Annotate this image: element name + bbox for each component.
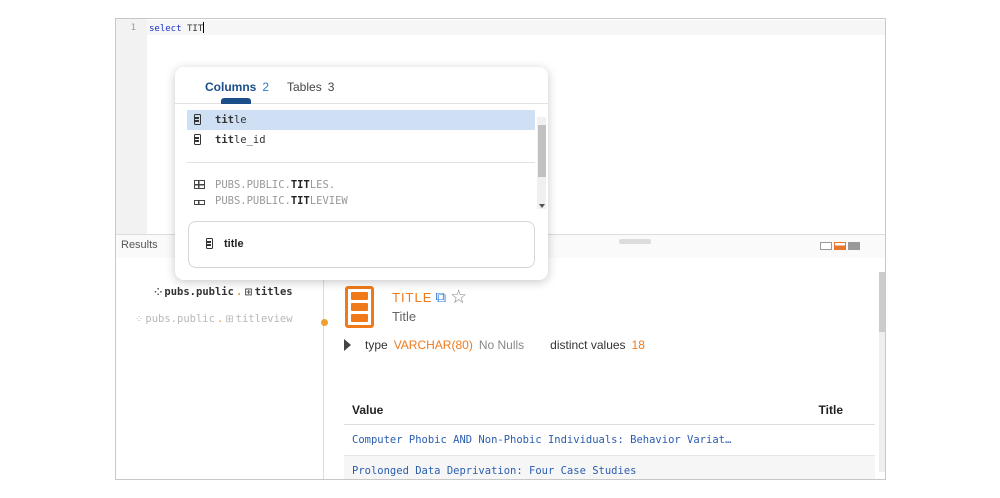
table-row[interactable]: Computer Phobic AND Non-Phobic Individua… (344, 425, 875, 456)
rest-text: LES. (309, 179, 336, 191)
tree-item-schema: pubs.public (164, 286, 234, 298)
table-icon (194, 200, 205, 205)
tab-count: 2 (262, 80, 270, 94)
tab-label: Columns (205, 80, 257, 94)
tree-item-titles[interactable]: ⁘ pubs.public. ⊞ titles (154, 286, 293, 298)
autocomplete-popup: Columns 2 Tables 3 tit le tit le_id PUBS.P… (175, 67, 548, 280)
preview-label: title (224, 238, 244, 250)
prefix-text: PUBS.PUBLIC. (215, 179, 291, 191)
suggestion-list: tit le tit le_id PUBS.PUBLIC. TIT LES. PUBS.… (187, 110, 535, 205)
layout-editor-icon[interactable] (820, 242, 832, 250)
column-icon (206, 238, 213, 249)
active-line-highlight (147, 20, 885, 35)
table-icon (194, 180, 205, 189)
tree-item-sep: . (216, 313, 224, 325)
match-text: TIT (290, 179, 310, 191)
schema-tree: ⁘ pubs.public. ⊞ titles ⁘ pubs.public. ⊞… (116, 258, 328, 479)
column-icon (194, 114, 201, 125)
column-subtitle: Title (392, 309, 417, 324)
type-value: VARCHAR(80) (393, 338, 473, 352)
column-large-icon (345, 286, 374, 328)
text-cursor (203, 22, 205, 33)
tree-item-table: titleview (235, 313, 293, 325)
star-icon[interactable]: ☆ (450, 288, 468, 307)
distinct-label: distinct values (550, 338, 626, 352)
rest-text: le_id (233, 134, 266, 146)
tab-count: 3 (327, 80, 335, 94)
table-header: Value Title (344, 395, 875, 425)
scroll-thumb[interactable] (879, 272, 885, 332)
header-title: Title (818, 403, 843, 417)
row-value: Computer Phobic AND Non-Phobic Individua… (352, 434, 732, 446)
suggestion-column-title-id[interactable]: tit le_id (187, 130, 535, 150)
popup-scrollbar[interactable] (537, 117, 546, 209)
resize-handle[interactable] (619, 239, 651, 244)
scroll-down-icon[interactable] (539, 204, 545, 208)
tree-item-schema: pubs.public (145, 313, 215, 325)
suggestion-column-title[interactable]: tit le (187, 110, 535, 130)
suggestion-table-titleview[interactable]: PUBS.PUBLIC. TIT LEVIEW (187, 195, 535, 205)
nulls-label: No Nulls (478, 338, 525, 352)
distinct-value: 18 (631, 338, 645, 352)
column-meta: type VARCHAR(80) No Nulls distinct value… (344, 338, 645, 352)
column-title-text: TITLE (392, 290, 433, 305)
popup-tabs: Columns 2 Tables 3 (175, 67, 548, 104)
column-title: TITLE ⧉ ☆ (392, 288, 468, 307)
rest-text: LEVIEW (309, 195, 348, 205)
active-tab-indicator (221, 98, 251, 104)
match-text: tit (215, 114, 234, 126)
type-label: type (365, 338, 388, 352)
keyword-select: select (149, 24, 182, 34)
layout-switcher (820, 242, 860, 250)
prefix-text: PUBS.PUBLIC. (215, 195, 291, 205)
tree-item-titleview[interactable]: ⁘ pubs.public. ⊞ titleview (135, 313, 293, 325)
code-line[interactable]: select TIT (149, 22, 205, 34)
schema-icon: ⁘ (154, 286, 163, 298)
layout-results-icon[interactable] (848, 242, 860, 250)
match-text: tit (215, 134, 234, 146)
editor-gutter: 1 (116, 19, 147, 234)
scroll-thumb[interactable] (538, 125, 546, 177)
typed-text: TIT (186, 24, 204, 34)
schema-icon: ⁘ (135, 313, 144, 325)
table-icon: ⊞ (225, 313, 234, 325)
table-row[interactable]: Prolonged Data Deprivation: Four Case St… (344, 456, 875, 479)
results-label: Results (121, 239, 158, 251)
table-icon: ⊞ (244, 286, 253, 298)
list-divider (187, 162, 535, 163)
column-detail-panel: TITLE ⧉ ☆ Title type VARCHAR(80) No Null… (326, 258, 885, 479)
values-table: Value Title Computer Phobic AND Non-Phob… (344, 395, 875, 479)
layout-split-icon[interactable] (834, 242, 846, 250)
match-text: TIT (290, 195, 310, 205)
suggestion-preview: title (188, 221, 535, 268)
tab-columns[interactable]: Columns 2 (205, 80, 269, 94)
row-value: Prolonged Data Deprivation: Four Case St… (352, 465, 637, 477)
tree-item-sep: . (235, 286, 243, 298)
tree-item-table: titles (254, 286, 293, 298)
line-number: 1 (130, 23, 136, 33)
suggestion-table-titles[interactable]: PUBS.PUBLIC. TIT LES. (187, 175, 535, 195)
column-icon (194, 134, 201, 145)
detail-scrollbar[interactable] (879, 272, 885, 472)
tab-label: Tables (287, 80, 322, 94)
header-value: Value (352, 403, 384, 417)
rest-text: le (233, 114, 247, 126)
expand-triangle-icon[interactable] (344, 339, 351, 351)
external-link-icon[interactable]: ⧉ (435, 289, 447, 306)
tab-tables[interactable]: Tables 3 (287, 80, 334, 94)
